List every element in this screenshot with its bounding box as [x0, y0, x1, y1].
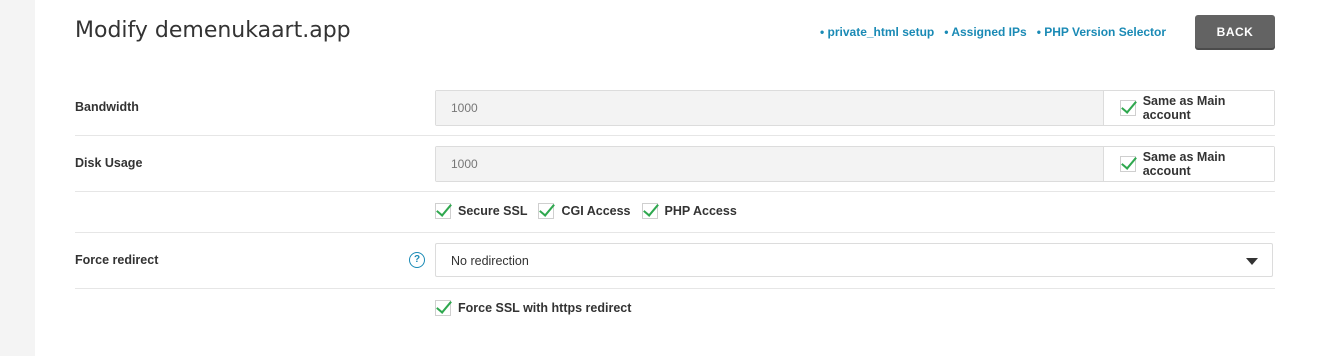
bandwidth-label: Bandwidth [75, 100, 139, 114]
back-button[interactable]: BACK [1195, 15, 1275, 48]
disk-usage-label: Disk Usage [75, 156, 143, 170]
assigned-ips-link[interactable]: • Assigned IPs [944, 25, 1026, 39]
checkbox-checked-icon [538, 203, 555, 219]
secure-ssl-checkbox[interactable]: Secure SSL [435, 203, 527, 219]
access-options: Secure SSL CGI Access PHP Access [435, 203, 737, 219]
php-access-label: PHP Access [664, 204, 737, 218]
cgi-access-checkbox[interactable]: CGI Access [538, 203, 631, 219]
php-access-checkbox[interactable]: PHP Access [641, 203, 737, 219]
disk-usage-row: Disk Usage 1000 Same as Main account [75, 136, 1275, 192]
page-title: Modify demenukaart.app [75, 18, 351, 43]
checkbox-checked-icon [641, 203, 658, 219]
cgi-access-label: CGI Access [561, 204, 631, 218]
force-ssl-row: Force SSL with https redirect [435, 300, 631, 321]
bandwidth-same-checkbox[interactable]: Same as Main account [1104, 91, 1274, 125]
private-html-setup-link[interactable]: • private_html setup [820, 25, 934, 39]
disk-usage-same-checkbox[interactable]: Same as Main account [1104, 147, 1274, 181]
force-redirect-label: Force redirect [75, 253, 159, 267]
access-options-row: Secure SSL CGI Access PHP Access [75, 192, 1275, 233]
force-ssl-checkbox[interactable]: Force SSL with https redirect [435, 300, 631, 316]
bandwidth-row: Bandwidth 1000 Same as Main account [75, 80, 1275, 136]
disk-usage-same-label: Same as Main account [1142, 150, 1226, 178]
help-icon[interactable]: ? [409, 252, 425, 268]
php-version-selector-link[interactable]: • PHP Version Selector [1037, 25, 1166, 39]
secure-ssl-label: Secure SSL [458, 204, 528, 218]
disk-usage-input[interactable]: 1000 [436, 147, 1104, 181]
bandwidth-input[interactable]: 1000 [436, 91, 1104, 125]
force-redirect-select[interactable]: No redirection [435, 243, 1273, 277]
checkbox-checked-icon [435, 203, 451, 219]
checkbox-checked-icon [1120, 156, 1136, 172]
force-ssl-label: Force SSL with https redirect [458, 301, 632, 315]
bandwidth-input-group: 1000 Same as Main account [435, 90, 1275, 126]
checkbox-checked-icon [1120, 100, 1136, 116]
force-redirect-selected: No redirection [451, 254, 529, 268]
disk-usage-input-group: 1000 Same as Main account [435, 146, 1275, 182]
chevron-down-icon [1246, 258, 1258, 265]
bandwidth-same-label: Same as Main account [1142, 94, 1226, 122]
force-redirect-row: Force redirect ? No redirection [75, 233, 1275, 289]
header-links: • private_html setup • Assigned IPs • PH… [820, 25, 1166, 39]
checkbox-checked-icon [435, 300, 451, 316]
